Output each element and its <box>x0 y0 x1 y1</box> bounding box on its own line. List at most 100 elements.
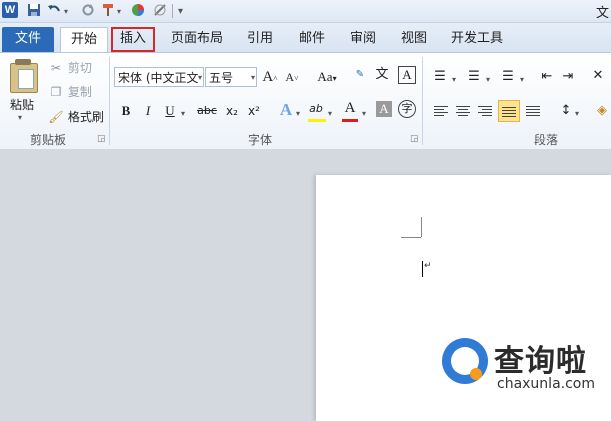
shading-icon[interactable]: ◈ <box>592 101 611 121</box>
chevron-down-icon: ▾ <box>250 73 255 82</box>
bullets-icon[interactable]: ☰ <box>430 67 450 87</box>
distributed-icon[interactable] <box>524 101 542 121</box>
group-divider <box>422 57 423 145</box>
clear-format-icon[interactable]: ✎ <box>350 65 370 85</box>
text-effect-button[interactable]: A <box>276 100 296 120</box>
highlight-dropdown-icon[interactable]: ▾ <box>328 109 332 118</box>
tab-review[interactable]: 审阅 <box>343 27 383 52</box>
watermark-url: chaxunla.com <box>497 376 595 392</box>
grow-font-label: A <box>262 69 274 85</box>
tab-references[interactable]: 引用 <box>240 27 280 52</box>
font-name-value: 宋体 (中文正文 <box>118 71 199 85</box>
copy-label: 复制 <box>67 85 92 99</box>
align-center-icon[interactable] <box>454 101 472 121</box>
chinese-layout-icon[interactable]: ✕ <box>588 66 608 86</box>
decrease-indent-icon[interactable]: ⇤ <box>537 67 557 87</box>
strikethrough-button[interactable]: abc <box>195 101 219 121</box>
align-left-icon[interactable] <box>432 101 450 121</box>
cut-button[interactable]: ✂ 剪切 <box>48 59 92 77</box>
copy-icon: ❐ <box>50 85 62 99</box>
numbering-icon[interactable]: ☰ <box>464 67 484 87</box>
bullets-dropdown-icon[interactable]: ▾ <box>452 75 456 84</box>
tab-file[interactable]: 文件 <box>2 27 54 52</box>
chevron-down-icon: ▾ <box>197 73 202 82</box>
window-title: 文 <box>595 6 609 21</box>
draw-icon[interactable] <box>152 3 168 19</box>
phonetic-guide-button[interactable]: 文 <box>372 65 392 85</box>
tab-view[interactable]: 视图 <box>394 27 434 52</box>
brush-icon: 🖌 <box>48 110 64 124</box>
increase-indent-icon[interactable]: ⇥ <box>558 67 578 87</box>
ribbon-tab-bar: 文件 开始 插入 页面布局 引用 邮件 审阅 视图 开发工具 <box>0 23 611 53</box>
paste-dropdown-icon[interactable]: ▾ <box>18 113 22 122</box>
cut-label: 剪切 <box>67 61 92 75</box>
font-color-button[interactable]: A <box>340 98 360 118</box>
margin-crop-mark <box>421 217 422 237</box>
format-painter-icon[interactable] <box>100 3 116 19</box>
font-group-label: 字体 <box>247 133 272 147</box>
multilevel-dropdown-icon[interactable]: ▾ <box>520 75 524 84</box>
clipboard-launcher-icon[interactable]: ◲ <box>97 134 106 144</box>
color-icon[interactable] <box>130 3 146 19</box>
clipboard-group-label: 剪贴板 <box>29 133 66 147</box>
save-icon[interactable] <box>26 3 42 19</box>
copy-button[interactable]: ❐ 复制 <box>48 83 92 101</box>
text-effect-dropdown-icon[interactable]: ▾ <box>296 109 300 118</box>
scissors-icon: ✂ <box>50 61 62 75</box>
shrink-font-label: A <box>285 70 295 84</box>
phonetic-guide-label: 文 <box>375 67 389 82</box>
italic-button[interactable]: I <box>138 101 158 121</box>
char-shading-button[interactable]: A <box>376 101 392 117</box>
highlight-color-bar <box>308 119 326 122</box>
watermark-title: 查询啦 <box>494 344 587 379</box>
font-name-combo[interactable]: 宋体 (中文正文 ▾ <box>114 67 204 87</box>
qat-divider <box>172 4 173 18</box>
redo-icon[interactable] <box>80 3 96 19</box>
paste-icon[interactable] <box>10 59 38 93</box>
font-launcher-icon[interactable]: ◲ <box>410 134 419 144</box>
multilevel-list-icon[interactable]: ☰ <box>498 67 518 87</box>
align-right-icon[interactable] <box>476 101 494 121</box>
tab-page-layout[interactable]: 页面布局 <box>168 27 226 52</box>
change-case-label: Aa <box>317 69 333 84</box>
numbering-dropdown-icon[interactable]: ▾ <box>486 75 490 84</box>
undo-icon[interactable] <box>46 3 62 19</box>
undo-dropdown-icon[interactable]: ▾ <box>64 7 68 16</box>
paragraph-group-label: 段落 <box>533 133 558 147</box>
text-cursor <box>422 261 423 277</box>
font-size-combo[interactable]: 五号 ▾ <box>205 67 257 87</box>
subscript-button[interactable]: x₂ <box>222 101 242 121</box>
underline-dropdown-icon[interactable]: ▾ <box>181 109 185 118</box>
paragraph-mark-icon: ↵ <box>424 261 432 271</box>
format-painter-label: 格式刷 <box>67 110 104 124</box>
line-spacing-icon[interactable]: ↕ <box>556 101 576 121</box>
format-dropdown-icon[interactable]: ▾ <box>117 7 121 16</box>
tab-insert[interactable]: 插入 <box>111 27 155 52</box>
font-color-dropdown-icon[interactable]: ▾ <box>362 109 366 118</box>
word-app-icon[interactable]: W <box>2 2 18 18</box>
customize-qat-icon[interactable]: ▾ <box>178 6 183 17</box>
watermark-dot-icon <box>470 368 482 380</box>
group-divider <box>109 57 110 145</box>
font-color-bar <box>342 119 358 122</box>
margin-crop-mark <box>401 237 421 238</box>
ribbon-home: 粘贴 ▾ ✂ 剪切 ❐ 复制 🖌 格式刷 剪贴板 ◲ 宋体 (中文正文 ▾ 五号… <box>0 52 611 150</box>
tab-mailings[interactable]: 邮件 <box>292 27 332 52</box>
tab-developer[interactable]: 开发工具 <box>446 27 508 52</box>
quick-access-toolbar: W ▾ ▾ ▾ 文 <box>0 0 611 23</box>
char-border-label: A <box>402 67 412 82</box>
bold-button[interactable]: B <box>116 101 136 121</box>
underline-button[interactable]: U <box>160 101 180 121</box>
paste-button[interactable]: 粘贴 <box>10 96 34 113</box>
format-painter-button[interactable]: 🖌 格式刷 <box>48 108 104 126</box>
highlight-button[interactable]: ab <box>306 99 326 119</box>
justify-icon[interactable] <box>498 100 520 122</box>
char-border-button[interactable]: A <box>398 66 416 84</box>
superscript-button[interactable]: x² <box>244 101 264 121</box>
enclose-char-button[interactable]: 字 <box>398 100 416 118</box>
change-case-button[interactable]: Aa▾ <box>314 67 340 87</box>
grow-font-button[interactable]: A˄ <box>260 67 280 87</box>
shrink-font-button[interactable]: A˅ <box>282 67 302 87</box>
tab-home[interactable]: 开始 <box>60 27 108 53</box>
line-spacing-dropdown-icon[interactable]: ▾ <box>575 109 579 118</box>
